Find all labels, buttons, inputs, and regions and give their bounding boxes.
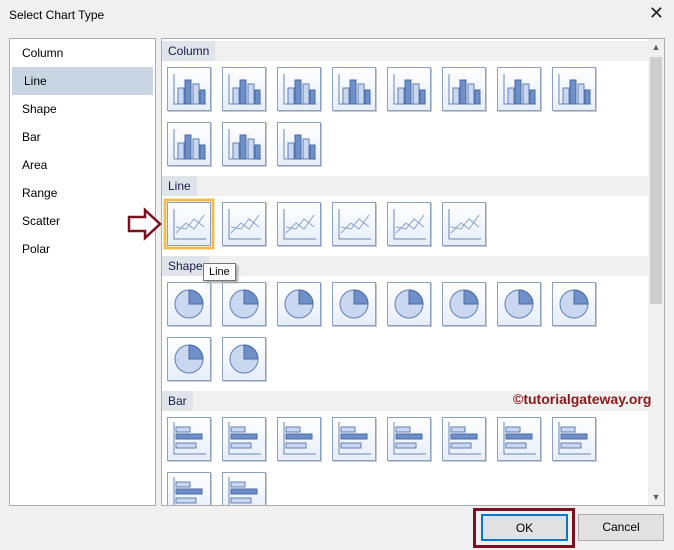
bar-chart-type-icon[interactable] — [497, 417, 541, 461]
category-item-range[interactable]: Range — [10, 179, 155, 207]
shape-chart-type-icon[interactable] — [387, 282, 431, 326]
section-header-line: Line — [162, 176, 649, 196]
column-chart-type-icon[interactable] — [497, 67, 541, 111]
line-chart-type-icon[interactable] — [277, 202, 321, 246]
close-icon[interactable]: ✕ — [649, 3, 664, 24]
column-chart-type-icon[interactable] — [277, 122, 321, 166]
column-chart-type-icon[interactable] — [222, 122, 266, 166]
bar-chart-type-icon[interactable] — [332, 417, 376, 461]
column-chart-type-icon[interactable] — [387, 67, 431, 111]
column-chart-type-icon[interactable] — [332, 67, 376, 111]
tooltip: Line — [203, 263, 236, 281]
shape-chart-type-icon[interactable] — [167, 337, 211, 381]
category-item-area[interactable]: Area — [10, 151, 155, 179]
bar-chart-type-icon[interactable] — [552, 417, 596, 461]
dialog-title: Select Chart Type — [9, 8, 105, 22]
column-chart-type-icon[interactable] — [167, 67, 211, 111]
shape-chart-type-icon[interactable] — [442, 282, 486, 326]
section-label: Shape — [162, 256, 209, 276]
section-header-column: Column — [162, 41, 649, 61]
category-item-line[interactable]: Line — [12, 67, 153, 95]
category-item-bar[interactable]: Bar — [10, 123, 155, 151]
column-chart-type-icon[interactable] — [552, 67, 596, 111]
ok-button[interactable]: OK — [481, 514, 568, 541]
chart-type-gallery: ▲ ▼ Column Line Shape Bar — [161, 38, 665, 506]
bar-chart-type-icon[interactable] — [222, 417, 266, 461]
column-chart-type-icon[interactable] — [442, 67, 486, 111]
cancel-button[interactable]: Cancel — [578, 514, 664, 541]
line-chart-type-icon[interactable] — [164, 199, 214, 249]
shape-chart-type-icon[interactable] — [222, 282, 266, 326]
section-label: Column — [162, 41, 216, 61]
scroll-down-icon[interactable]: ▼ — [648, 492, 664, 502]
shape-chart-type-icon[interactable] — [497, 282, 541, 326]
bar-chart-type-icon[interactable] — [222, 472, 266, 505]
line-chart-type-icon[interactable] — [442, 202, 486, 246]
bar-chart-type-icon[interactable] — [277, 417, 321, 461]
watermark: ©tutorialgateway.org — [513, 391, 652, 407]
bar-chart-type-icon[interactable] — [167, 472, 211, 505]
scroll-up-icon[interactable]: ▲ — [648, 42, 664, 52]
shape-chart-type-icon[interactable] — [167, 282, 211, 326]
shape-chart-type-icon[interactable] — [552, 282, 596, 326]
shape-chart-type-icon[interactable] — [222, 337, 266, 381]
scrollbar-thumb[interactable] — [650, 57, 662, 304]
category-list: Column Line Shape Bar Area Range Scatter Polar — [9, 38, 156, 506]
line-chart-type-icon[interactable] — [222, 202, 266, 246]
line-chart-type-icon[interactable] — [387, 202, 431, 246]
bar-chart-type-icon[interactable] — [167, 417, 211, 461]
section-label: Line — [162, 176, 197, 196]
line-chart-type-icon[interactable] — [332, 202, 376, 246]
bar-chart-type-icon[interactable] — [442, 417, 486, 461]
section-label: Bar — [162, 391, 193, 411]
category-item-column[interactable]: Column — [10, 39, 155, 67]
column-chart-type-icon[interactable] — [167, 122, 211, 166]
column-chart-type-icon[interactable] — [222, 67, 266, 111]
scrollbar[interactable]: ▲ ▼ — [648, 39, 664, 505]
shape-chart-type-icon[interactable] — [277, 282, 321, 326]
shape-chart-type-icon[interactable] — [332, 282, 376, 326]
category-item-shape[interactable]: Shape — [10, 95, 155, 123]
bar-chart-type-icon[interactable] — [387, 417, 431, 461]
annotation-arrow-icon — [127, 207, 162, 241]
column-chart-type-icon[interactable] — [277, 67, 321, 111]
